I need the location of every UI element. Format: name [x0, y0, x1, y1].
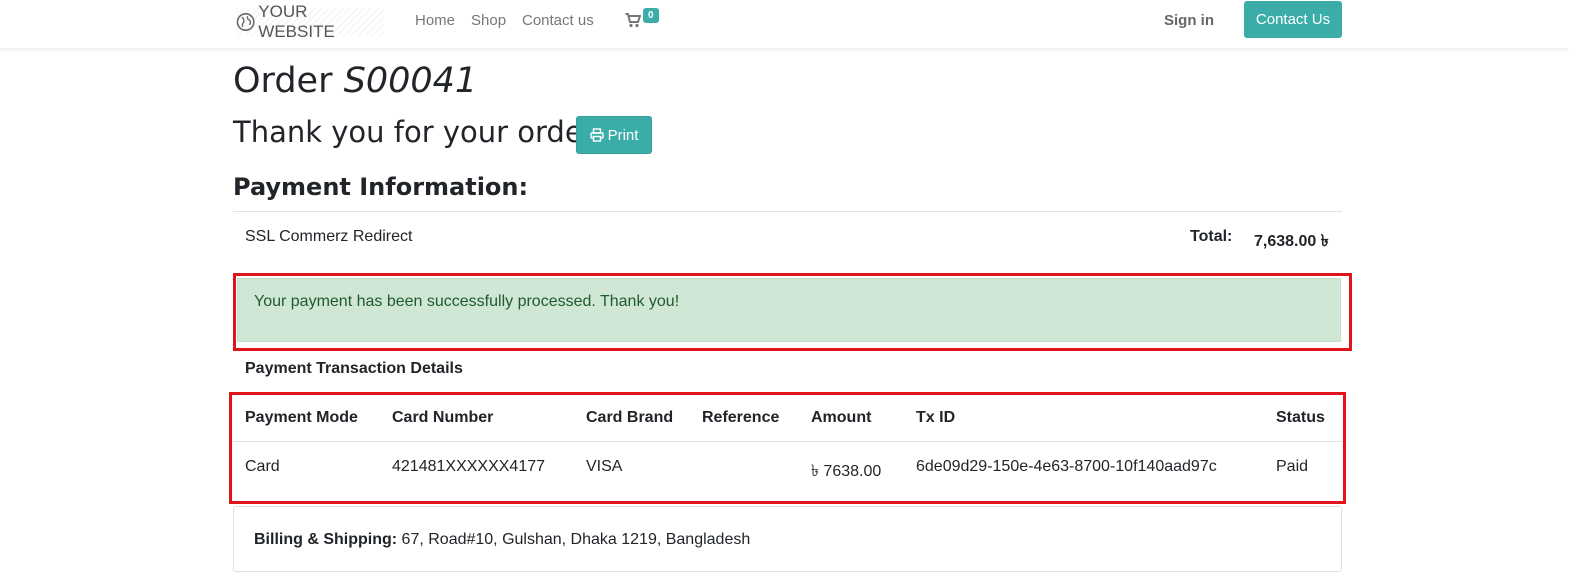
nav-link-contact[interactable]: Contact us — [522, 12, 594, 29]
column-header: Payment Mode — [245, 409, 358, 426]
column-header: Card Brand — [586, 409, 674, 426]
column-header: Card Number — [392, 409, 494, 426]
billing-address: 67, Road#10, Gulshan, Dhaka 1219, Bangla… — [401, 531, 751, 548]
divider — [233, 211, 1342, 212]
thank-you-heading: Thank you for your order. — [233, 115, 602, 149]
print-button[interactable]: Print — [576, 116, 652, 154]
total-value: 7,638.00 ৳ — [1254, 233, 1329, 250]
cart-icon[interactable] — [625, 12, 642, 33]
payment-provider: SSL Commerz Redirect — [245, 228, 413, 245]
row-divider — [233, 441, 1342, 442]
nav-link-home[interactable]: Home — [415, 12, 455, 29]
column-header: Amount — [811, 409, 872, 426]
cell-card-number: 421481XXXXXX4177 — [392, 458, 546, 475]
print-label: Print — [607, 126, 639, 144]
order-number: S00041 — [343, 61, 478, 101]
column-header: Reference — [702, 409, 780, 426]
cell-tx-id: 6de09d29-150e-4e63-8700-10f140aad97c — [916, 458, 1217, 475]
cell-amount: ৳ 7638.00 — [811, 463, 882, 480]
total-label: Total: — [1190, 228, 1233, 245]
billing-shipping-card: Billing & Shipping: 67, Road#10, Gulshan… — [233, 506, 1342, 572]
nav-link-shop[interactable]: Shop — [471, 12, 506, 29]
brand-logo[interactable]: YOUR WEBSITE — [236, 2, 384, 41]
column-header: Tx ID — [916, 409, 956, 426]
contact-us-button[interactable]: Contact Us — [1244, 1, 1342, 38]
payment-info-heading: Payment Information: — [233, 173, 529, 201]
page-title: Order S00041 — [233, 58, 477, 104]
payment-success-alert: Your payment has been successfully proce… — [237, 278, 1341, 342]
column-header: Status — [1276, 409, 1325, 426]
sign-in-link[interactable]: Sign in — [1164, 12, 1214, 29]
globe-icon — [236, 13, 255, 31]
cell-status: Paid — [1276, 458, 1309, 475]
print-icon — [589, 128, 604, 142]
transaction-details-heading: Payment Transaction Details — [245, 360, 463, 377]
billing-label: Billing & Shipping: — [254, 531, 398, 548]
cell-card-brand: VISA — [586, 458, 623, 475]
cell-payment-mode: Card — [245, 458, 280, 475]
brand-name: YOUR WEBSITE — [258, 2, 335, 41]
cart-count-badge: 0 — [643, 8, 659, 23]
order-title-prefix: Order — [233, 61, 333, 101]
top-navbar: YOUR WEBSITE Home Shop Contact us 0 Sign… — [0, 0, 1569, 48]
